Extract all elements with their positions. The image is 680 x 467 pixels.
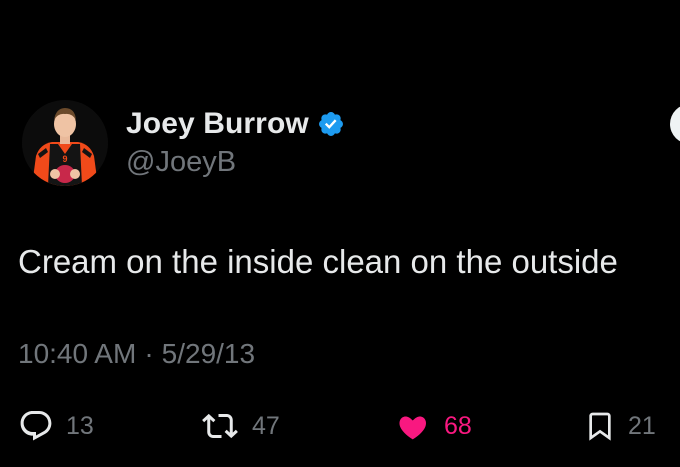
avatar-photo: 9 [22,100,108,186]
tweet-time: 10:40 AM [18,338,137,369]
bookmark-icon [589,412,611,441]
avatar[interactable]: 9 [22,100,108,186]
tweet-date: 5/29/13 [161,338,256,369]
svg-text:9: 9 [62,154,67,164]
display-name[interactable]: Joey Burrow [126,107,309,141]
tweet-text: Cream on the inside clean on the outside [18,243,618,280]
author-handle[interactable]: @JoeyB [126,146,236,179]
author-name-row: Joey Burrow [126,104,345,144]
tweet-card: 9 Joey Burrow @JoeyB Cream on the inside… [0,0,680,467]
verified-badge-icon[interactable] [317,110,345,138]
bookmark-button[interactable]: 21 [584,406,656,446]
more-options-button[interactable] [670,104,680,144]
retweet-button[interactable]: 47 [200,406,280,446]
reply-count: 13 [66,411,94,440]
meta-separator: · [144,338,154,369]
tweet-timestamp[interactable]: 10:40 AM · 5/29/13 [18,338,255,370]
speech-bubble-icon [20,411,52,441]
like-count: 68 [444,411,472,440]
reply-button[interactable]: 13 [18,406,94,446]
retweet-arrows-icon [202,413,238,439]
retweet-count: 47 [252,411,280,440]
bookmark-count: 21 [628,411,656,440]
heart-filled-icon [399,416,427,440]
like-button[interactable]: 68 [392,406,472,446]
